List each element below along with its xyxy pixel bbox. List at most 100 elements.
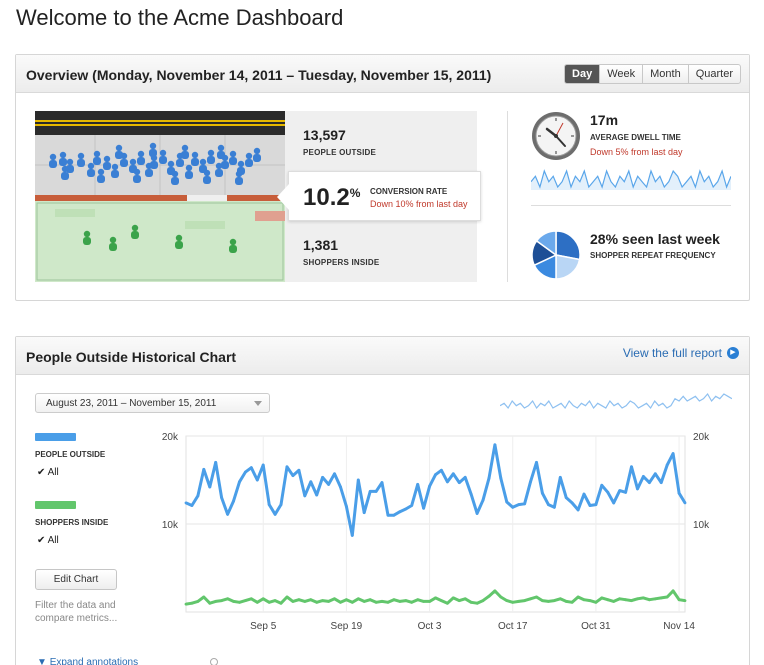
data-point xyxy=(612,600,616,603)
data-point xyxy=(576,508,580,512)
data-point xyxy=(404,507,408,511)
data-point xyxy=(517,600,521,603)
data-point xyxy=(683,501,687,505)
data-point xyxy=(392,513,396,517)
data-point xyxy=(226,597,230,601)
person-icon xyxy=(137,150,145,165)
data-point xyxy=(345,505,348,508)
data-point xyxy=(261,597,265,601)
data-point xyxy=(588,599,592,602)
data-point xyxy=(493,589,497,593)
person-icon xyxy=(253,147,261,162)
data-point xyxy=(588,504,592,507)
page-title: Welcome to the Acme Dashboard xyxy=(16,5,344,30)
data-point xyxy=(380,600,384,603)
data-point xyxy=(267,600,271,604)
dwell-label: AVERAGE DWELL TIME xyxy=(590,133,681,142)
shoppers-inside-stat: 1,381 SHOPPERS INSIDE xyxy=(303,237,379,267)
data-point xyxy=(202,468,206,471)
range-tab-quarter[interactable]: Quarter xyxy=(687,65,740,83)
data-point xyxy=(220,599,224,602)
data-point xyxy=(386,600,390,604)
pie-slice xyxy=(555,254,581,280)
range-tab-month[interactable]: Month xyxy=(642,65,688,83)
x-tick-label: Sep 19 xyxy=(331,621,363,632)
repeat-value: 28% seen last week xyxy=(590,231,720,247)
data-point xyxy=(244,599,247,602)
data-point xyxy=(255,478,259,482)
data-point xyxy=(683,599,687,602)
data-point xyxy=(677,491,681,495)
data-point xyxy=(398,510,402,514)
data-point xyxy=(345,598,348,602)
clock-icon xyxy=(532,112,580,160)
data-point xyxy=(606,490,610,494)
x-tick-label: Sep 5 xyxy=(250,621,277,632)
y-tick-label: 20k xyxy=(162,432,179,443)
data-point xyxy=(249,466,253,470)
data-point xyxy=(303,600,307,603)
person-icon xyxy=(181,144,189,159)
person-icon xyxy=(111,163,119,178)
data-point xyxy=(523,599,526,602)
person-icon xyxy=(207,149,215,164)
data-point xyxy=(339,485,342,489)
person-icon xyxy=(59,151,67,166)
data-point xyxy=(374,600,378,604)
conversion-change: Down 10% from last day xyxy=(370,199,468,209)
data-point xyxy=(499,476,503,480)
range-tabs: Day Week Month Quarter xyxy=(564,64,741,84)
data-point xyxy=(630,465,633,469)
data-point xyxy=(594,600,598,604)
data-point xyxy=(446,601,449,605)
data-point xyxy=(541,491,544,495)
data-point xyxy=(570,501,574,505)
data-point xyxy=(487,594,491,598)
y-tick-label-right: 20k xyxy=(693,432,710,443)
data-point xyxy=(196,494,200,498)
conversion-callout: 10.2% CONVERSION RATE Down 10% from last… xyxy=(277,171,481,221)
data-point xyxy=(410,504,414,507)
person-icon xyxy=(87,162,95,177)
person-icon xyxy=(61,165,69,180)
data-point xyxy=(327,600,330,603)
data-point xyxy=(499,595,503,599)
person-icon xyxy=(97,168,105,183)
person-icon xyxy=(185,164,193,179)
data-point xyxy=(249,597,253,601)
x-tick-label: Oct 31 xyxy=(581,621,611,632)
data-point xyxy=(630,599,633,602)
data-point xyxy=(529,480,532,484)
data-point xyxy=(202,595,206,599)
data-point xyxy=(529,597,532,601)
data-point xyxy=(446,480,449,484)
data-point xyxy=(273,512,277,516)
data-point xyxy=(428,600,431,603)
data-point xyxy=(665,595,669,599)
shopper-icon xyxy=(109,236,117,251)
data-point xyxy=(547,600,550,603)
range-tab-day[interactable]: Day xyxy=(565,65,600,83)
data-point xyxy=(535,595,538,599)
data-point xyxy=(291,600,295,603)
data-point xyxy=(350,600,354,604)
data-point xyxy=(653,597,657,601)
range-tab-week[interactable]: Week xyxy=(599,65,642,83)
people-outside-label: PEOPLE OUTSIDE xyxy=(303,148,377,157)
data-point xyxy=(493,443,497,447)
y-tick-label-right: 10k xyxy=(693,520,710,531)
data-point xyxy=(451,472,455,476)
data-point xyxy=(208,601,212,605)
data-point xyxy=(624,490,627,494)
data-point xyxy=(232,499,235,503)
data-point xyxy=(261,463,265,467)
data-point xyxy=(600,596,604,600)
data-point xyxy=(297,598,301,602)
data-point xyxy=(564,600,568,603)
data-point xyxy=(368,598,372,602)
person-icon xyxy=(229,150,237,165)
data-point xyxy=(481,498,485,502)
person-icon xyxy=(149,142,157,157)
data-point xyxy=(416,598,420,602)
data-point xyxy=(457,599,461,602)
